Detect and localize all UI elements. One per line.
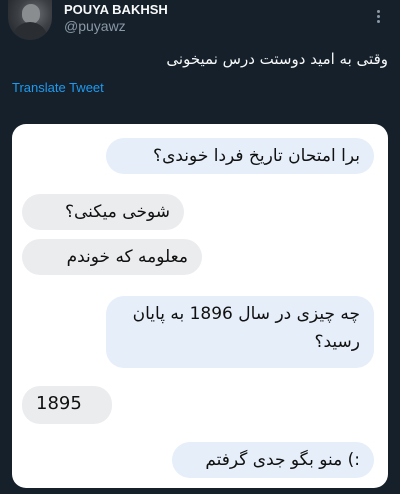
chat-message-outgoing: برا امتحان تاریخ فردا خوندی؟ [106,138,374,174]
chat-message-incoming: معلومه که خوندم [22,239,202,275]
chat-message-outgoing: چه چیزی در سال 1896 به پایان رسید؟ [106,296,374,368]
more-vertical-icon[interactable] [366,4,390,28]
chat-message-outgoing: :) منو بگو جدی گرفتم [172,442,374,478]
chat-message-incoming: شوخی میکنی؟ [22,194,184,230]
translate-tweet-link[interactable]: Translate Tweet [12,80,104,95]
avatar[interactable] [8,0,52,40]
avatar-body [12,22,48,40]
tweet-text: وقتی به امید دوستت درس نمیخونی [166,50,388,68]
user-handle[interactable]: @puyawz [64,18,126,34]
chat-message-incoming: 1895 [22,386,112,424]
display-name[interactable]: POUYA BAKHSH [64,2,168,17]
avatar-face [22,4,40,24]
tweet-header: POUYA BAKHSH @puyawz [0,0,400,40]
chat-screenshot: برا امتحان تاریخ فردا خوندی؟ شوخی میکنی؟… [12,124,388,488]
